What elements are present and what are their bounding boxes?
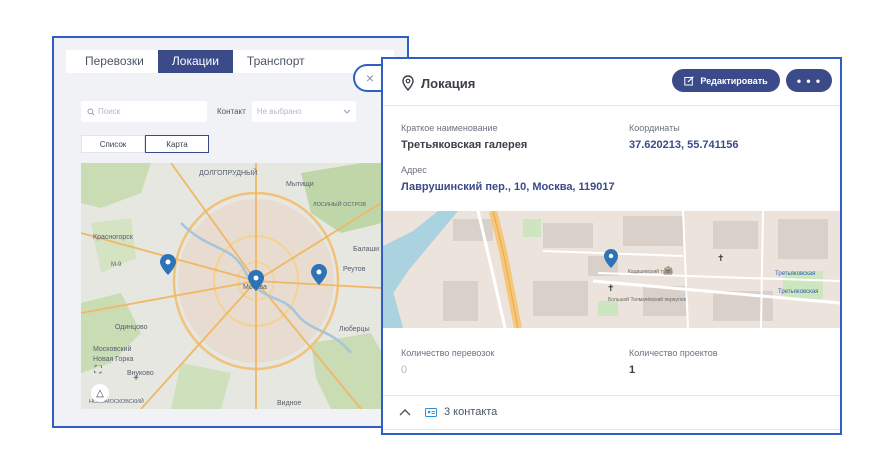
map-label: ЛОСИНЫЙ ОСТРОВ bbox=[313, 200, 366, 208]
map-label: Третьяковская bbox=[775, 271, 815, 277]
map-label: Красногорск bbox=[93, 234, 134, 241]
header-divider bbox=[383, 105, 840, 106]
bottom-divider bbox=[383, 429, 840, 430]
map-label: Люберцы bbox=[339, 325, 370, 333]
map-label: Третьяковская bbox=[778, 289, 818, 295]
map-label: ДОЛГОПРУДНЫЙ bbox=[199, 168, 257, 177]
coordinates-value[interactable]: 37.620213, 55.741156 bbox=[629, 139, 739, 151]
shipments-count-value: 0 bbox=[401, 364, 408, 376]
map-label: Балаши bbox=[353, 246, 379, 253]
locations-panel: Перевозки Локации Транспорт Поиск Контак… bbox=[52, 36, 409, 428]
view-toggle: Список Карта bbox=[81, 135, 209, 153]
projects-count-value: 1 bbox=[629, 364, 636, 376]
location-pin-icon bbox=[402, 75, 414, 91]
location-card: Локация Редактировать • • • Краткое наим… bbox=[381, 57, 842, 435]
coordinates-label: Координаты bbox=[629, 123, 680, 133]
edit-icon bbox=[684, 75, 695, 85]
zoom-in-icon[interactable]: + bbox=[127, 369, 145, 387]
chevron-up-icon bbox=[399, 409, 411, 416]
map-label: Видное bbox=[277, 400, 301, 407]
fit-bounds-icon[interactable]: ⛶ bbox=[89, 361, 107, 379]
card-title: Локация bbox=[421, 75, 476, 91]
location-map-graphic: Третьяковская Третьяковская Большой Толм… bbox=[383, 211, 840, 328]
contact-card-icon bbox=[425, 407, 437, 417]
map-label: Мытищи bbox=[286, 181, 314, 188]
chevron-down-icon bbox=[343, 109, 351, 114]
map-view-button[interactable]: Карта bbox=[145, 135, 209, 153]
card-header: Локация bbox=[401, 71, 475, 95]
edit-button-label: Редактировать bbox=[700, 75, 768, 86]
projects-count-label: Количество проектов bbox=[629, 348, 718, 358]
more-actions-button[interactable]: • • • bbox=[786, 69, 832, 92]
contacts-divider bbox=[383, 395, 840, 396]
edit-button[interactable]: Редактировать bbox=[672, 69, 780, 92]
short-name-value: Третьяковская галерея bbox=[401, 139, 528, 151]
map-label: Реутов bbox=[343, 266, 366, 273]
shipments-count-label: Количество перевозок bbox=[401, 348, 495, 358]
overview-map[interactable]: ДОЛГОПРУДНЫЙ Мытищи Красногорск Москва Р… bbox=[81, 163, 382, 409]
search-icon bbox=[87, 107, 95, 116]
location-map[interactable]: Третьяковская Третьяковская Большой Толм… bbox=[383, 211, 840, 328]
contacts-toggle[interactable]: 3 контакта bbox=[399, 403, 497, 421]
search-input[interactable]: Поиск bbox=[81, 101, 207, 122]
contact-select-value: Не выбрано bbox=[256, 107, 302, 116]
address-label: Адрес bbox=[401, 165, 427, 175]
map-label: Одинцово bbox=[115, 324, 148, 331]
tab-shipments[interactable]: Перевозки bbox=[71, 50, 158, 73]
map-label: Московский bbox=[93, 345, 131, 353]
list-view-button[interactable]: Список bbox=[81, 135, 145, 153]
filters-bar: Поиск Контакт Не выбрано bbox=[81, 101, 358, 122]
map-label: Большой Толмачёвский переулок bbox=[608, 296, 687, 303]
church-icon: ✝ bbox=[717, 253, 725, 263]
contact-filter-label: Контакт bbox=[217, 107, 246, 116]
contact-select[interactable]: Не выбрано bbox=[251, 101, 356, 122]
museum-icon: 🏛 bbox=[663, 266, 673, 275]
tab-transport[interactable]: Транспорт bbox=[233, 50, 319, 73]
short-name-label: Краткое наименование bbox=[401, 123, 498, 133]
church-icon: ✝ bbox=[607, 283, 615, 293]
search-placeholder: Поиск bbox=[98, 107, 121, 116]
contacts-count-label: 3 контакта bbox=[444, 406, 498, 418]
map-label: М-9 bbox=[111, 262, 122, 268]
address-value[interactable]: Лаврушинский пер., 10, Москва, 119017 bbox=[401, 181, 615, 193]
tab-locations[interactable]: Локации bbox=[157, 50, 233, 73]
stage: Перевозки Локации Транспорт Поиск Контак… bbox=[0, 0, 886, 459]
tab-bar: Перевозки Локации Транспорт bbox=[66, 50, 394, 73]
compass-icon[interactable]: △ bbox=[91, 384, 109, 402]
